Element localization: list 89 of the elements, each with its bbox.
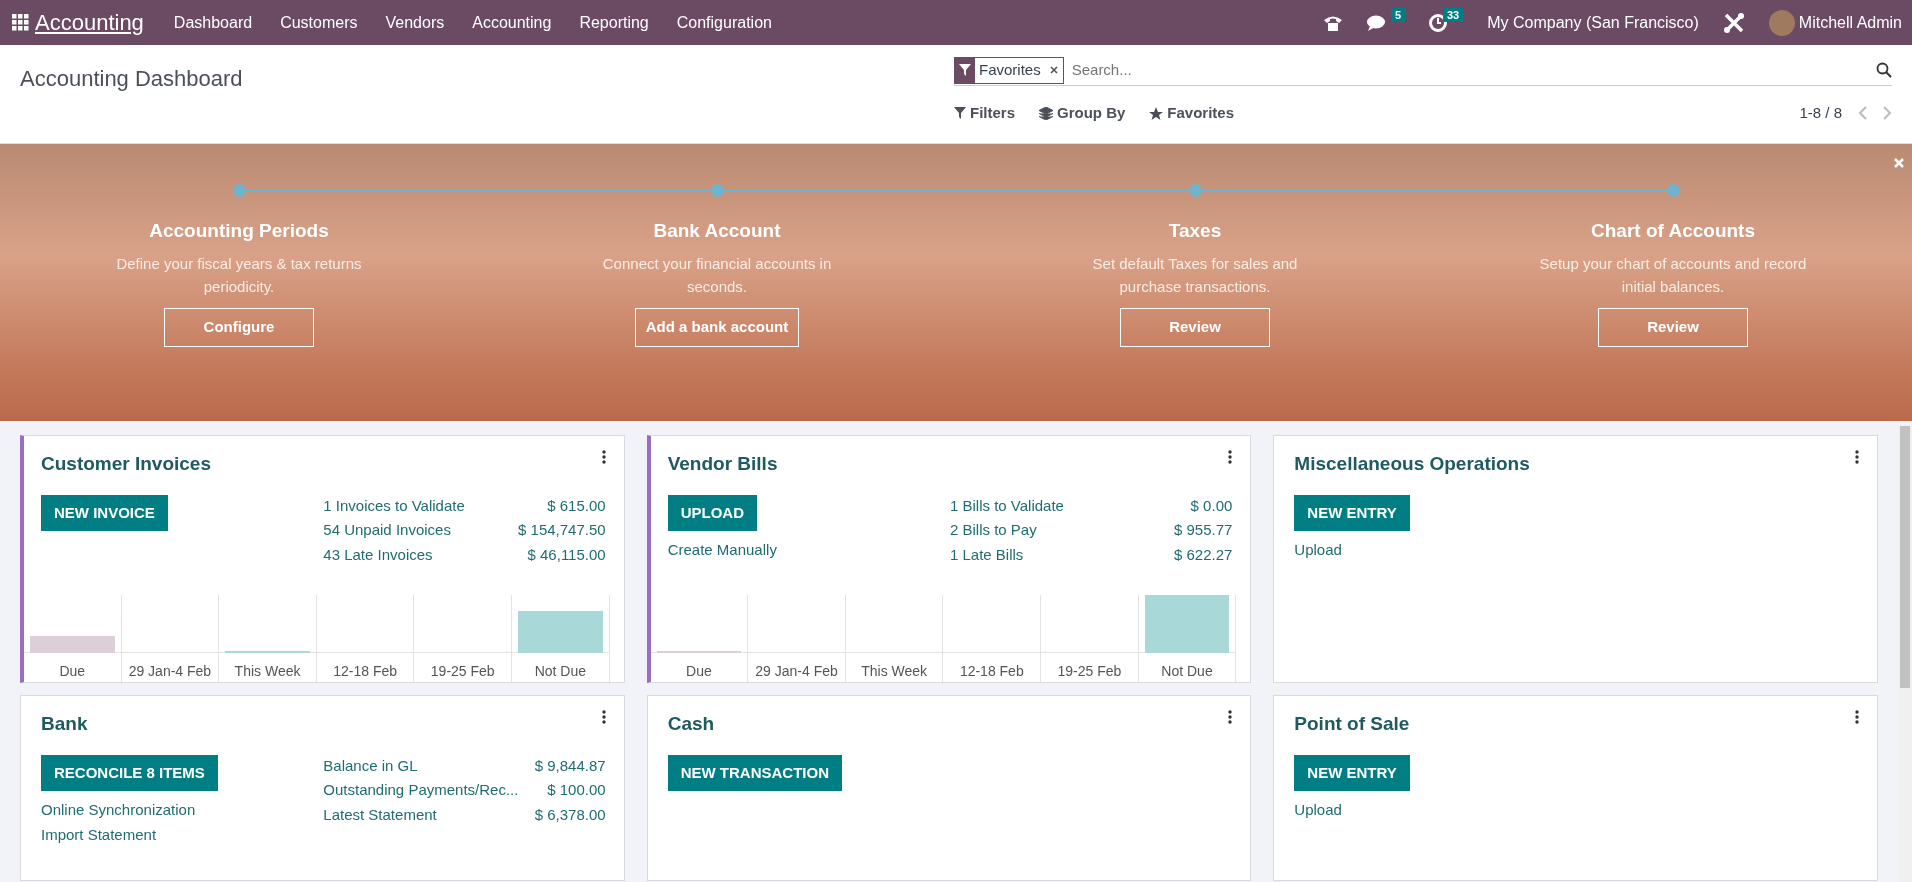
stat-amount: $ 615.00 xyxy=(547,495,606,516)
graph-label: 19-25 Feb xyxy=(429,662,496,681)
activity-count-badge: 33 xyxy=(1442,8,1464,23)
graph-label: Not Due xyxy=(1160,662,1214,681)
company-switcher[interactable]: My Company (San Francisco) xyxy=(1487,10,1699,35)
card-title[interactable]: Bank xyxy=(41,710,88,739)
action-link[interactable]: Online Synchronization xyxy=(41,799,196,822)
app-name[interactable]: Accounting xyxy=(35,6,144,39)
graph-label: 29 Jan-4 Feb xyxy=(127,662,213,681)
action-link[interactable]: Upload xyxy=(1294,539,1342,562)
graph-label: Not Due xyxy=(533,662,588,681)
card-title[interactable]: Point of Sale xyxy=(1294,710,1410,739)
stat-link[interactable]: Outstanding Payments/Rec... xyxy=(323,778,519,803)
kebab-menu-icon[interactable] xyxy=(1855,450,1859,464)
stat-link[interactable]: Latest Statement xyxy=(323,802,437,827)
step-description: Connect your financial accounts in seconds. xyxy=(601,253,833,297)
primary-action-button[interactable]: NEW TRANSACTION xyxy=(667,754,842,791)
card-title[interactable]: Vendor Bills xyxy=(667,450,778,479)
stat-link[interactable]: Balance in GL xyxy=(323,753,418,778)
primary-action-button[interactable]: NEW INVOICE xyxy=(41,494,168,531)
stat-amount: $ 6,378.00 xyxy=(534,804,606,825)
primary-action-button[interactable]: UPLOAD xyxy=(667,494,757,531)
stat-amount: $ 100.00 xyxy=(547,780,606,800)
menu-item[interactable]: Configuration xyxy=(668,6,780,39)
graph-label: 12-18 Feb xyxy=(958,662,1025,681)
stat-link[interactable]: 43 Late Invoices xyxy=(323,542,433,567)
menu-item[interactable]: Reporting xyxy=(571,6,657,39)
kebab-menu-icon[interactable] xyxy=(1228,450,1233,464)
tools-icon[interactable] xyxy=(1722,11,1745,34)
step-title: Taxes xyxy=(1167,219,1223,243)
filters-button[interactable]: Filters xyxy=(954,102,1015,125)
menu-item[interactable]: Customers xyxy=(272,6,366,39)
pager-value: 1-8 / 8 xyxy=(1799,103,1842,123)
search-icon[interactable] xyxy=(1876,62,1892,78)
step-description: Set default Taxes for sales and purchase transactions. xyxy=(1091,253,1299,297)
graph-label: 19-25 Feb xyxy=(1056,662,1123,681)
stat-amount: $ 0.00 xyxy=(1190,495,1233,516)
stat-amount: $ 622.27 xyxy=(1173,544,1233,565)
kebab-menu-icon[interactable] xyxy=(601,710,606,724)
close-icon[interactable] xyxy=(1049,66,1058,74)
primary-action-button[interactable]: NEW ENTRY xyxy=(1294,494,1410,531)
card-title[interactable]: Cash xyxy=(667,710,715,739)
card-title[interactable]: Miscellaneous Operations xyxy=(1294,450,1530,479)
kebab-menu-icon[interactable] xyxy=(1855,710,1859,724)
kebab-menu-icon[interactable] xyxy=(1228,710,1233,724)
menu-item[interactable]: Dashboard xyxy=(165,6,261,39)
star-icon xyxy=(1149,106,1164,120)
stat-link[interactable]: 54 Unpaid Invoices xyxy=(323,518,451,543)
graph-label: 12-18 Feb xyxy=(332,662,399,681)
graph-label: 29 Jan-4 Feb xyxy=(754,662,839,681)
step-title: Bank Account xyxy=(652,219,782,243)
favorites-button[interactable]: Favorites xyxy=(1149,102,1235,125)
filter-icon xyxy=(954,107,966,120)
apps-menu-icon[interactable] xyxy=(12,14,29,31)
stat-amount: $ 46,115.00 xyxy=(527,544,606,565)
primary-action-button[interactable]: RECONCILE 8 ITEMS xyxy=(41,754,218,791)
stat-amount: $ 154,747.50 xyxy=(518,520,606,540)
layers-icon xyxy=(1039,106,1053,120)
stat-amount: $ 9,844.87 xyxy=(534,755,606,776)
message-count-badge: 5 xyxy=(1391,8,1406,23)
primary-action-button[interactable]: NEW ENTRY xyxy=(1294,754,1410,791)
stat-amount: $ 955.77 xyxy=(1173,520,1233,540)
stat-link[interactable]: 1 Late Bills xyxy=(950,542,1024,567)
step-title: Accounting Periods xyxy=(148,219,330,243)
group-by-button[interactable]: Group By xyxy=(1039,102,1126,125)
menu-item[interactable]: Accounting xyxy=(464,6,560,39)
step-title: Chart of Accounts xyxy=(1590,219,1756,243)
facet-label: Favorites xyxy=(978,59,1042,80)
user-name[interactable]: Mitchell Admin xyxy=(1798,10,1902,35)
scrollbar[interactable] xyxy=(1898,426,1912,882)
page-title: Accounting Dashboard xyxy=(20,65,243,93)
graph-label: This Week xyxy=(233,662,302,681)
clock-icon[interactable] xyxy=(1429,14,1448,33)
action-link[interactable]: Upload xyxy=(1294,799,1342,822)
search-facet[interactable]: Favorites xyxy=(954,56,1064,84)
stat-link[interactable]: 1 Invoices to Validate xyxy=(323,493,465,518)
step-description: Define your fiscal years & tax returns periodicity. xyxy=(115,253,363,297)
action-link[interactable]: Create Manually xyxy=(667,539,777,562)
card-title[interactable]: Customer Invoices xyxy=(41,450,211,479)
stat-link[interactable]: 2 Bills to Pay xyxy=(950,518,1037,543)
menu-item[interactable]: Vendors xyxy=(377,6,453,39)
graph-label: This Week xyxy=(860,662,929,681)
graph-label: Due xyxy=(685,662,713,681)
stat-link[interactable]: 1 Bills to Validate xyxy=(950,493,1064,518)
step-description: Setup your chart of accounts and record initial balances. xyxy=(1538,253,1808,297)
kebab-menu-icon[interactable] xyxy=(601,450,606,464)
action-link[interactable]: Import Statement xyxy=(41,823,157,846)
graph-label: Due xyxy=(58,662,87,681)
filter-icon xyxy=(959,64,971,76)
